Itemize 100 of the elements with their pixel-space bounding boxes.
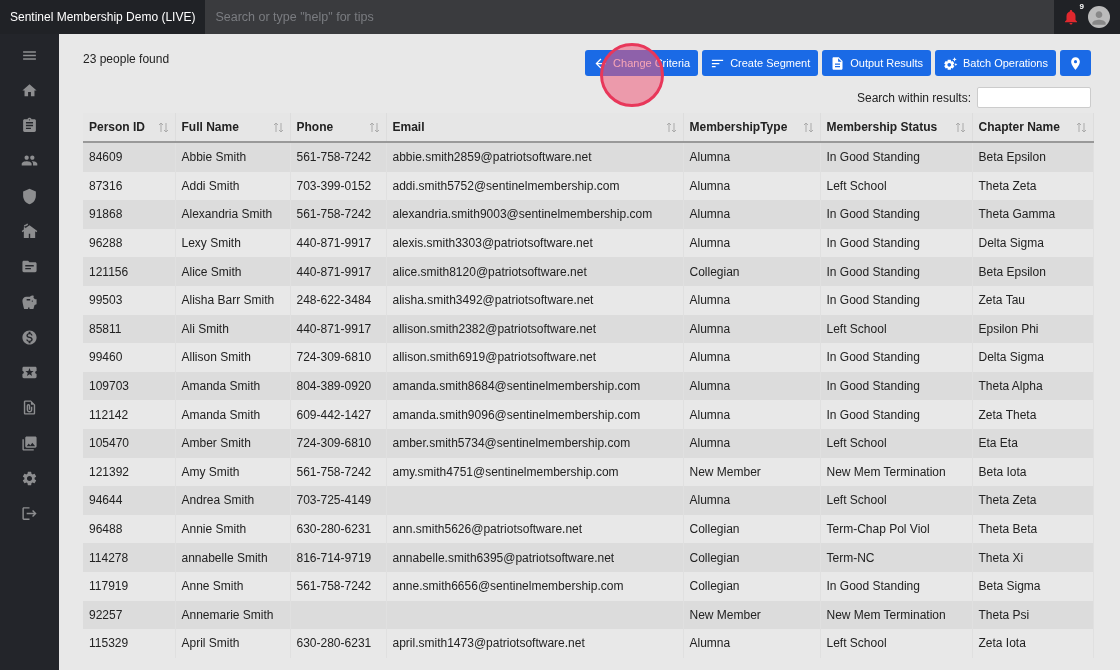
table-cell: Delta Sigma (972, 343, 1093, 372)
table-cell: Collegian (683, 543, 820, 572)
logout-icon[interactable] (21, 505, 38, 523)
table-cell: In Good Standing (820, 257, 972, 286)
table-cell: Alexandria Smith (175, 200, 290, 229)
house-icon[interactable] (21, 223, 38, 240)
table-cell: 724-309-6810 (290, 428, 386, 458)
table-cell: Zeta Tau (972, 285, 1093, 315)
notification-bell-icon[interactable] (1062, 8, 1080, 26)
table-cell: alisha.smith3492@patriotsoftware.net (386, 285, 683, 315)
table-cell: In Good Standing (820, 343, 972, 372)
table-cell: Collegian (683, 257, 820, 286)
table-cell: In Good Standing (820, 142, 972, 172)
table-cell: Alumna (683, 285, 820, 315)
table-cell: 630-280-6231 (290, 629, 386, 658)
table-cell: 112142 (83, 400, 175, 429)
table-cell: Zeta Theta (972, 400, 1093, 429)
table-cell: Left School (820, 428, 972, 458)
gears-icon (943, 55, 958, 71)
table-cell: In Good Standing (820, 200, 972, 229)
column-header[interactable]: MembershipType (683, 113, 820, 142)
table-cell: amber.smith5734@sentinelmembership.com (386, 428, 683, 458)
toolbar-button[interactable]: Create Segment (702, 50, 819, 76)
clipboard-icon[interactable] (21, 117, 38, 135)
table-cell: Beta Epsilon (972, 257, 1093, 286)
table-cell: 91868 (83, 200, 175, 229)
toolbar-button[interactable]: Output Results (822, 50, 931, 76)
attachment-icon[interactable] (21, 399, 38, 417)
dollar-icon[interactable] (21, 328, 38, 346)
table-cell: In Good Standing (820, 285, 972, 315)
column-header[interactable]: Membership Status (820, 113, 972, 142)
user-avatar[interactable] (1088, 6, 1110, 28)
home-icon[interactable] (21, 81, 38, 99)
table-cell: 561-758-7242 (290, 571, 386, 601)
table-cell: 94644 (83, 486, 175, 515)
table-cell: 99460 (83, 343, 175, 372)
toolbar-button[interactable]: Batch Operations (935, 50, 1056, 76)
table-cell: Zeta Iota (972, 629, 1093, 658)
column-header[interactable]: Phone (290, 113, 386, 142)
sort-icon (954, 121, 966, 133)
table-cell: annabelle.smith6395@patriotsoftware.net (386, 543, 683, 572)
table-cell: Alumna (683, 343, 820, 372)
table-cell: Andrea Smith (175, 486, 290, 515)
global-search-field[interactable]: Search or type "help" for tips (205, 0, 1054, 34)
table-cell: Anne Smith (175, 571, 290, 601)
table-cell: 121156 (83, 257, 175, 286)
table-cell: Alumna (683, 142, 820, 172)
table-cell: In Good Standing (820, 571, 972, 601)
piggy-bank-icon[interactable] (21, 293, 38, 311)
sort-icon (272, 121, 284, 133)
table-cell: annabelle Smith (175, 543, 290, 572)
table-cell: abbie.smith2859@patriotsoftware.net (386, 142, 683, 172)
table-cell: Theta Zeta (972, 486, 1093, 515)
column-header[interactable]: Email (386, 113, 683, 142)
photos-icon[interactable] (21, 434, 38, 452)
sort-icon (665, 121, 677, 133)
table-cell: Left School (820, 486, 972, 515)
table-cell: 105470 (83, 428, 175, 458)
column-header[interactable]: Full Name (175, 113, 290, 142)
shield-icon[interactable] (21, 187, 38, 205)
table-cell: 84609 (83, 142, 175, 172)
search-label: Search within results: (856, 90, 971, 105)
table-cell: 99503 (83, 285, 175, 315)
map-button[interactable] (1060, 50, 1091, 76)
table-cell: Amanda Smith (175, 400, 290, 429)
column-header[interactable]: Chapter Name (972, 113, 1093, 142)
table-cell: 703-725-4149 (290, 486, 386, 515)
sort-icon (802, 121, 814, 133)
table-cell: Alice Smith (175, 257, 290, 286)
notification-count: 9 (1079, 2, 1084, 11)
table-cell: anne.smith6656@sentinelmembership.com (386, 571, 683, 601)
table-cell: Eta Eta (972, 428, 1093, 458)
table-cell: 561-758-7242 (290, 142, 386, 172)
table-cell: Alumna (683, 200, 820, 229)
table-cell: Alumna (683, 428, 820, 458)
table-cell: 440-871-9917 (290, 257, 386, 286)
settings-icon[interactable] (21, 470, 38, 488)
table-cell: alexandria.smith9003@sentinelmembership.com (386, 200, 683, 229)
app-title: Sentinel Membership Demo (LIVE) (9, 10, 197, 24)
location-pin-icon (1068, 55, 1083, 71)
table-cell: Allison Smith (175, 343, 290, 372)
table-cell: Alumna (683, 400, 820, 429)
table-cell: Left School (820, 629, 972, 658)
table-cell: 115329 (83, 629, 175, 658)
results-search-field[interactable] (977, 87, 1091, 108)
table-cell: Alumna (683, 629, 820, 658)
table-cell: 117919 (83, 571, 175, 601)
table-cell: Theta Gamma (972, 200, 1093, 229)
table-cell: In Good Standing (820, 400, 972, 429)
table-cell: 561-758-7242 (290, 200, 386, 229)
table-cell: amanda.smith9096@sentinelmembership.com (386, 400, 683, 429)
table-cell: Amber Smith (175, 428, 290, 458)
table-cell: 724-309-6810 (290, 343, 386, 372)
column-header[interactable]: Person ID (83, 113, 175, 142)
table-cell: Beta Sigma (972, 571, 1093, 601)
table-cell: allison.smith6919@patriotsoftware.net (386, 343, 683, 372)
table-cell: 609-442-1427 (290, 400, 386, 429)
sort-icon (157, 121, 169, 133)
table-cell: Collegian (683, 571, 820, 601)
table-cell: 248-622-3484 (290, 285, 386, 315)
